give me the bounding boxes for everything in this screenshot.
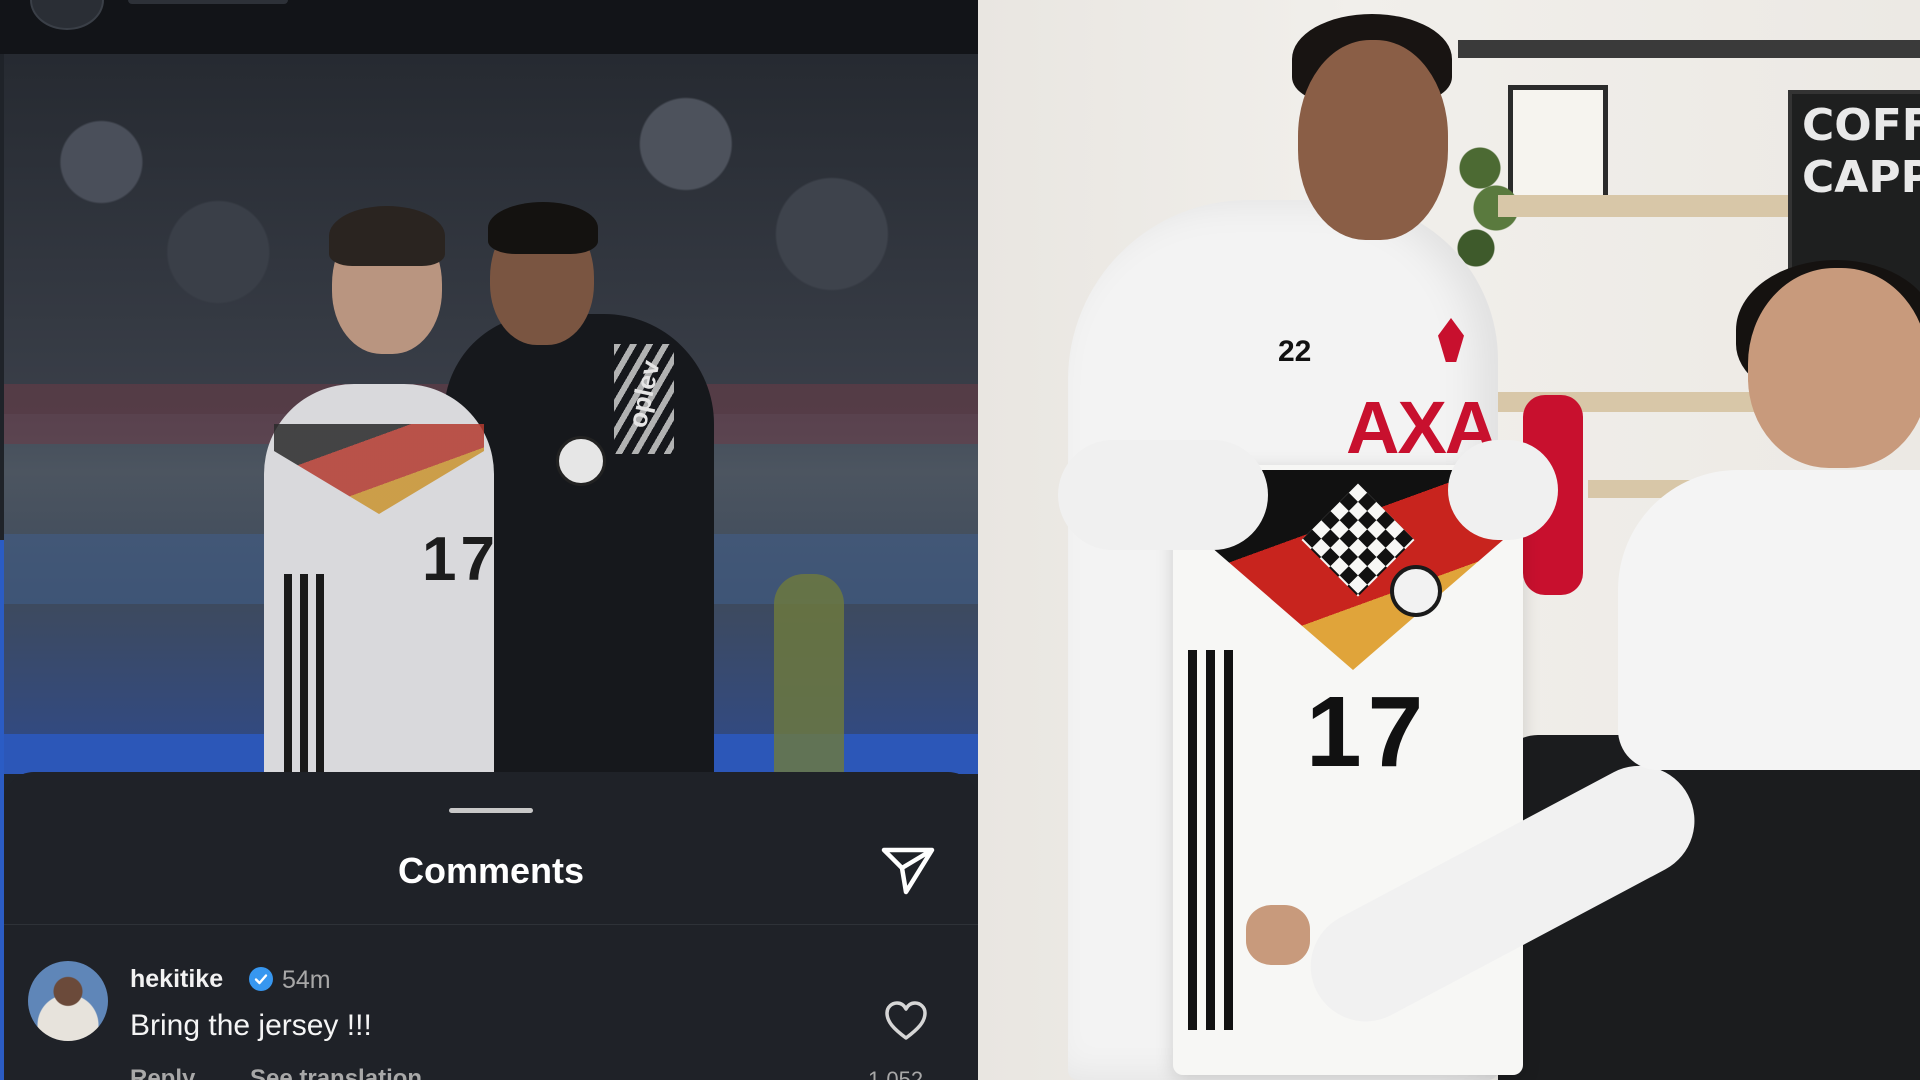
player-in-jacket-hair <box>488 202 598 254</box>
sheet-drag-handle[interactable] <box>449 808 533 813</box>
commenter-avatar[interactable] <box>28 961 108 1041</box>
like-count: 1,052 <box>868 1067 924 1080</box>
poster-avatar[interactable] <box>30 0 104 30</box>
held-jersey-number: 17 <box>1306 676 1430 788</box>
heart-icon <box>885 1001 927 1040</box>
background-steward <box>774 574 844 774</box>
standing-player-right-arm <box>1448 440 1558 540</box>
jersey-number: 17 <box>422 525 499 594</box>
shelf <box>1498 195 1838 217</box>
seated-player-head <box>1748 268 1920 468</box>
comment-item: hekitike 54m Bring the jersey !!! Reply … <box>4 957 978 1080</box>
poster-name[interactable] <box>128 0 288 4</box>
like-button[interactable] <box>884 1001 932 1045</box>
training-shirt-number: 22 <box>1278 335 1312 368</box>
send-icon <box>881 847 935 895</box>
player-in-jersey-hair <box>329 206 445 266</box>
instagram-screenshot: oplev 17 Comments hekitike 54m Bring the… <box>0 0 978 1080</box>
sheet-divider <box>4 924 978 925</box>
standing-player-head <box>1298 40 1448 240</box>
share-button[interactable] <box>878 840 938 900</box>
comment-text: Bring the jersey !!! <box>130 1009 372 1042</box>
jersey-sleeve-stripes <box>284 574 324 774</box>
comments-title: Comments <box>397 850 585 891</box>
standing-player-left-arm <box>1058 440 1268 550</box>
federation-crest <box>556 436 606 486</box>
post-photo: oplev 17 <box>4 54 978 774</box>
post-header <box>0 0 978 54</box>
comment-timestamp: 54m <box>282 966 331 994</box>
verified-badge-icon <box>249 967 273 991</box>
held-jersey-crest <box>1390 565 1442 617</box>
reply-link[interactable]: Reply <box>130 1065 195 1080</box>
seated-player <box>1618 470 1920 770</box>
shelf-frame <box>1458 40 1920 58</box>
comment-username[interactable]: hekitike <box>130 965 223 994</box>
see-translation-link[interactable]: See translation <box>250 1065 422 1080</box>
held-jersey-stripes <box>1188 650 1238 1030</box>
right-photo: COFFEE CAPPU 22 AXA 17 <box>978 0 1920 1080</box>
chalkboard-text: COFFEE CAPPU <box>1802 100 1920 203</box>
seated-player-hand <box>1246 905 1310 965</box>
comments-sheet: Comments hekitike 54m Bring the jersey !… <box>4 772 978 1080</box>
